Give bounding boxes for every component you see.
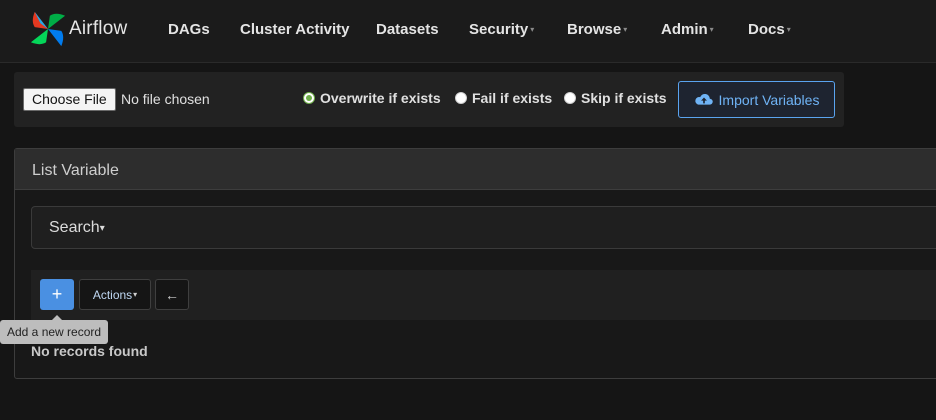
nav-browse[interactable]: Browse ▾ [567,21,627,38]
import-variables-label: Import Variables [718,91,820,108]
actions-label: Actions [92,287,133,302]
brand-name: Airflow [69,18,128,39]
radio-unchecked-icon[interactable] [564,92,576,104]
panel-header: List Variable [15,149,936,190]
choose-file-button[interactable]: Choose File [23,88,116,111]
top-navbar: Airflow DAGs Cluster Activity Datasets S… [0,0,936,63]
caret-down-icon: ▾ [530,25,535,34]
back-button[interactable]: ← [155,279,189,310]
import-variables-form: Choose File No file chosen Overwrite if … [14,72,844,127]
panel-title: List Variable [32,162,119,179]
caret-down-icon: ▾ [709,25,714,34]
radio-skip-label: Skip if exists [581,90,667,106]
arrow-left-icon: ← [165,286,179,303]
caret-down-icon: ▾ [99,223,105,234]
airflow-logo-icon [30,11,66,47]
add-record-tooltip: Add a new record [0,315,109,344]
empty-state-message: No records found [31,343,148,359]
plus-icon: + [51,284,63,304]
actions-dropdown-button[interactable]: Actions ▾ [79,279,151,310]
nav-datasets[interactable]: Datasets [376,21,439,38]
brand-link[interactable]: Airflow [29,9,127,49]
nav-admin-label: Admin [661,21,708,38]
nav-datasets-label: Datasets [376,21,439,38]
add-record-button[interactable]: + [40,279,74,310]
radio-checked-icon[interactable] [303,92,315,104]
list-toolbar: + Actions ▾ ← [31,270,936,320]
nav-cluster-activity[interactable]: Cluster Activity [240,21,349,38]
nav-dags-label: DAGs [168,21,210,38]
nav-docs-label: Docs [748,21,785,38]
nav-browse-label: Browse [567,21,622,38]
file-status-text: No file chosen [121,91,210,107]
radio-overwrite-label: Overwrite if exists [320,90,441,106]
nav-cluster-activity-label: Cluster Activity [240,21,350,38]
import-variables-button[interactable]: Import Variables [678,81,835,118]
radio-fail[interactable]: Fail if exists [455,90,552,106]
caret-down-icon: ▾ [623,25,628,34]
cloud-upload-icon [694,93,713,105]
nav-dags[interactable]: DAGs [168,21,210,38]
caret-down-icon: ▾ [786,25,791,34]
radio-unchecked-icon[interactable] [455,92,467,104]
radio-fail-label: Fail if exists [472,90,553,106]
nav-security-label: Security [469,21,529,38]
search-dropdown[interactable]: Search▾ [31,206,936,249]
search-label-text: Search [49,219,100,236]
list-variable-panel: List Variable Search▾ + Actions ▾ ← No re… [14,148,936,379]
radio-skip[interactable]: Skip if exists [564,90,667,106]
radio-overwrite[interactable]: Overwrite if exists [303,90,441,106]
nav-admin[interactable]: Admin ▾ [661,21,714,38]
nav-security[interactable]: Security ▾ [469,21,534,38]
caret-down-icon: ▾ [133,290,138,299]
search-dropdown-label: Search▾ [49,219,105,237]
nav-docs[interactable]: Docs ▾ [748,21,791,38]
